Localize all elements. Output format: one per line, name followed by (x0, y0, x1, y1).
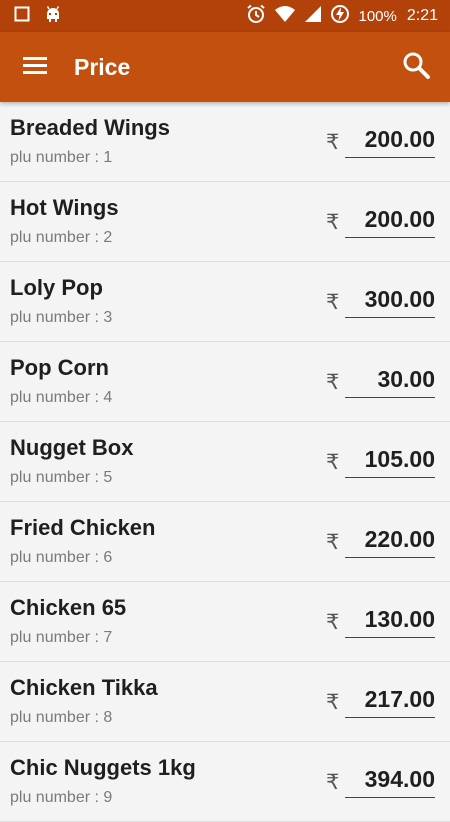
rupee-icon: ₹ (326, 530, 340, 554)
item-name: Breaded Wings (10, 115, 170, 140)
price-list: Breaded Wings plu number : 1 ₹ 200.00 Ho… (0, 102, 450, 822)
plu-label: plu number : (10, 309, 104, 326)
price-input[interactable]: 30.00 (345, 366, 435, 398)
list-item[interactable]: Breaded Wings plu number : 1 ₹ 200.00 (0, 102, 450, 182)
plu-number: plu number : 1 (10, 149, 112, 167)
battery-charging-icon (330, 4, 350, 28)
item-name: Chicken Tikka (10, 675, 158, 700)
rupee-icon: ₹ (326, 610, 340, 634)
rupee-icon: ₹ (326, 370, 340, 394)
page-title: Price (74, 53, 131, 80)
price-input[interactable]: 130.00 (345, 606, 435, 638)
item-name: Chic Nuggets 1kg (10, 755, 196, 780)
rupee-icon: ₹ (326, 130, 340, 154)
wifi-icon (274, 5, 296, 27)
plu-value: 7 (103, 629, 113, 646)
clock: 2:21 (406, 7, 438, 24)
list-item[interactable]: Nugget Box plu number : 5 ₹ 105.00 (0, 422, 450, 502)
plu-label: plu number : (10, 469, 104, 486)
rupee-icon: ₹ (326, 450, 340, 474)
item-name: Hot Wings (10, 195, 119, 220)
square-icon (14, 6, 30, 27)
rupee-icon: ₹ (326, 210, 340, 234)
plu-value: 8 (103, 709, 113, 726)
price-input[interactable]: 200.00 (345, 206, 435, 238)
plu-number: plu number : 5 (10, 469, 112, 487)
plu-label: plu number : (10, 229, 104, 246)
plu-value: 3 (103, 309, 113, 326)
price-input[interactable]: 394.00 (345, 766, 435, 798)
plu-number: plu number : 9 (10, 789, 112, 807)
plu-number: plu number : 8 (10, 709, 112, 727)
price-input[interactable]: 300.00 (345, 286, 435, 318)
plu-number: plu number : 4 (10, 389, 112, 407)
menu-button[interactable] (0, 32, 70, 102)
plu-value: 5 (103, 469, 113, 486)
plu-value: 1 (103, 149, 113, 166)
item-name: Chicken 65 (10, 595, 127, 620)
status-bar: 100% 2:21 (0, 0, 450, 32)
item-name: Nugget Box (10, 435, 134, 460)
plu-number: plu number : 7 (10, 629, 112, 647)
rupee-icon: ₹ (326, 290, 340, 314)
plu-label: plu number : (10, 549, 104, 566)
plu-value: 6 (103, 549, 113, 566)
signal-icon (304, 5, 322, 27)
android-icon (44, 5, 62, 28)
plu-label: plu number : (10, 149, 104, 166)
list-item[interactable]: Fried Chicken plu number : 6 ₹ 220.00 (0, 502, 450, 582)
menu-icon (22, 55, 48, 80)
price-input[interactable]: 105.00 (345, 446, 435, 478)
list-item[interactable]: Pop Corn plu number : 4 ₹ 30.00 (0, 342, 450, 422)
list-item[interactable]: Loly Pop plu number : 3 ₹ 300.00 (0, 262, 450, 342)
search-icon (402, 51, 430, 84)
plu-number: plu number : 6 (10, 549, 112, 567)
plu-number: plu number : 3 (10, 309, 112, 327)
list-item[interactable]: Chicken Tikka plu number : 8 ₹ 217.00 (0, 662, 450, 742)
battery-percent: 100% (358, 7, 397, 25)
plu-value: 2 (103, 229, 113, 246)
plu-number: plu number : 2 (10, 229, 112, 247)
item-name: Fried Chicken (10, 515, 156, 540)
item-name: Loly Pop (10, 275, 103, 300)
list-item[interactable]: Hot Wings plu number : 2 ₹ 200.00 (0, 182, 450, 262)
price-input[interactable]: 200.00 (345, 126, 435, 158)
rupee-icon: ₹ (326, 770, 340, 794)
plu-label: plu number : (10, 389, 104, 406)
price-input[interactable]: 217.00 (345, 686, 435, 718)
price-input[interactable]: 220.00 (345, 526, 435, 558)
item-name: Pop Corn (10, 355, 109, 380)
list-item[interactable]: Chic Nuggets 1kg plu number : 9 ₹ 394.00 (0, 742, 450, 822)
plu-value: 4 (103, 389, 113, 406)
plu-label: plu number : (10, 629, 104, 646)
rupee-icon: ₹ (326, 690, 340, 714)
list-item[interactable]: Chicken 65 plu number : 7 ₹ 130.00 (0, 582, 450, 662)
plu-label: plu number : (10, 709, 104, 726)
search-button[interactable] (386, 32, 446, 102)
plu-label: plu number : (10, 789, 104, 806)
plu-value: 9 (103, 789, 113, 806)
app-bar: Price (0, 32, 450, 102)
alarm-icon (246, 4, 266, 28)
